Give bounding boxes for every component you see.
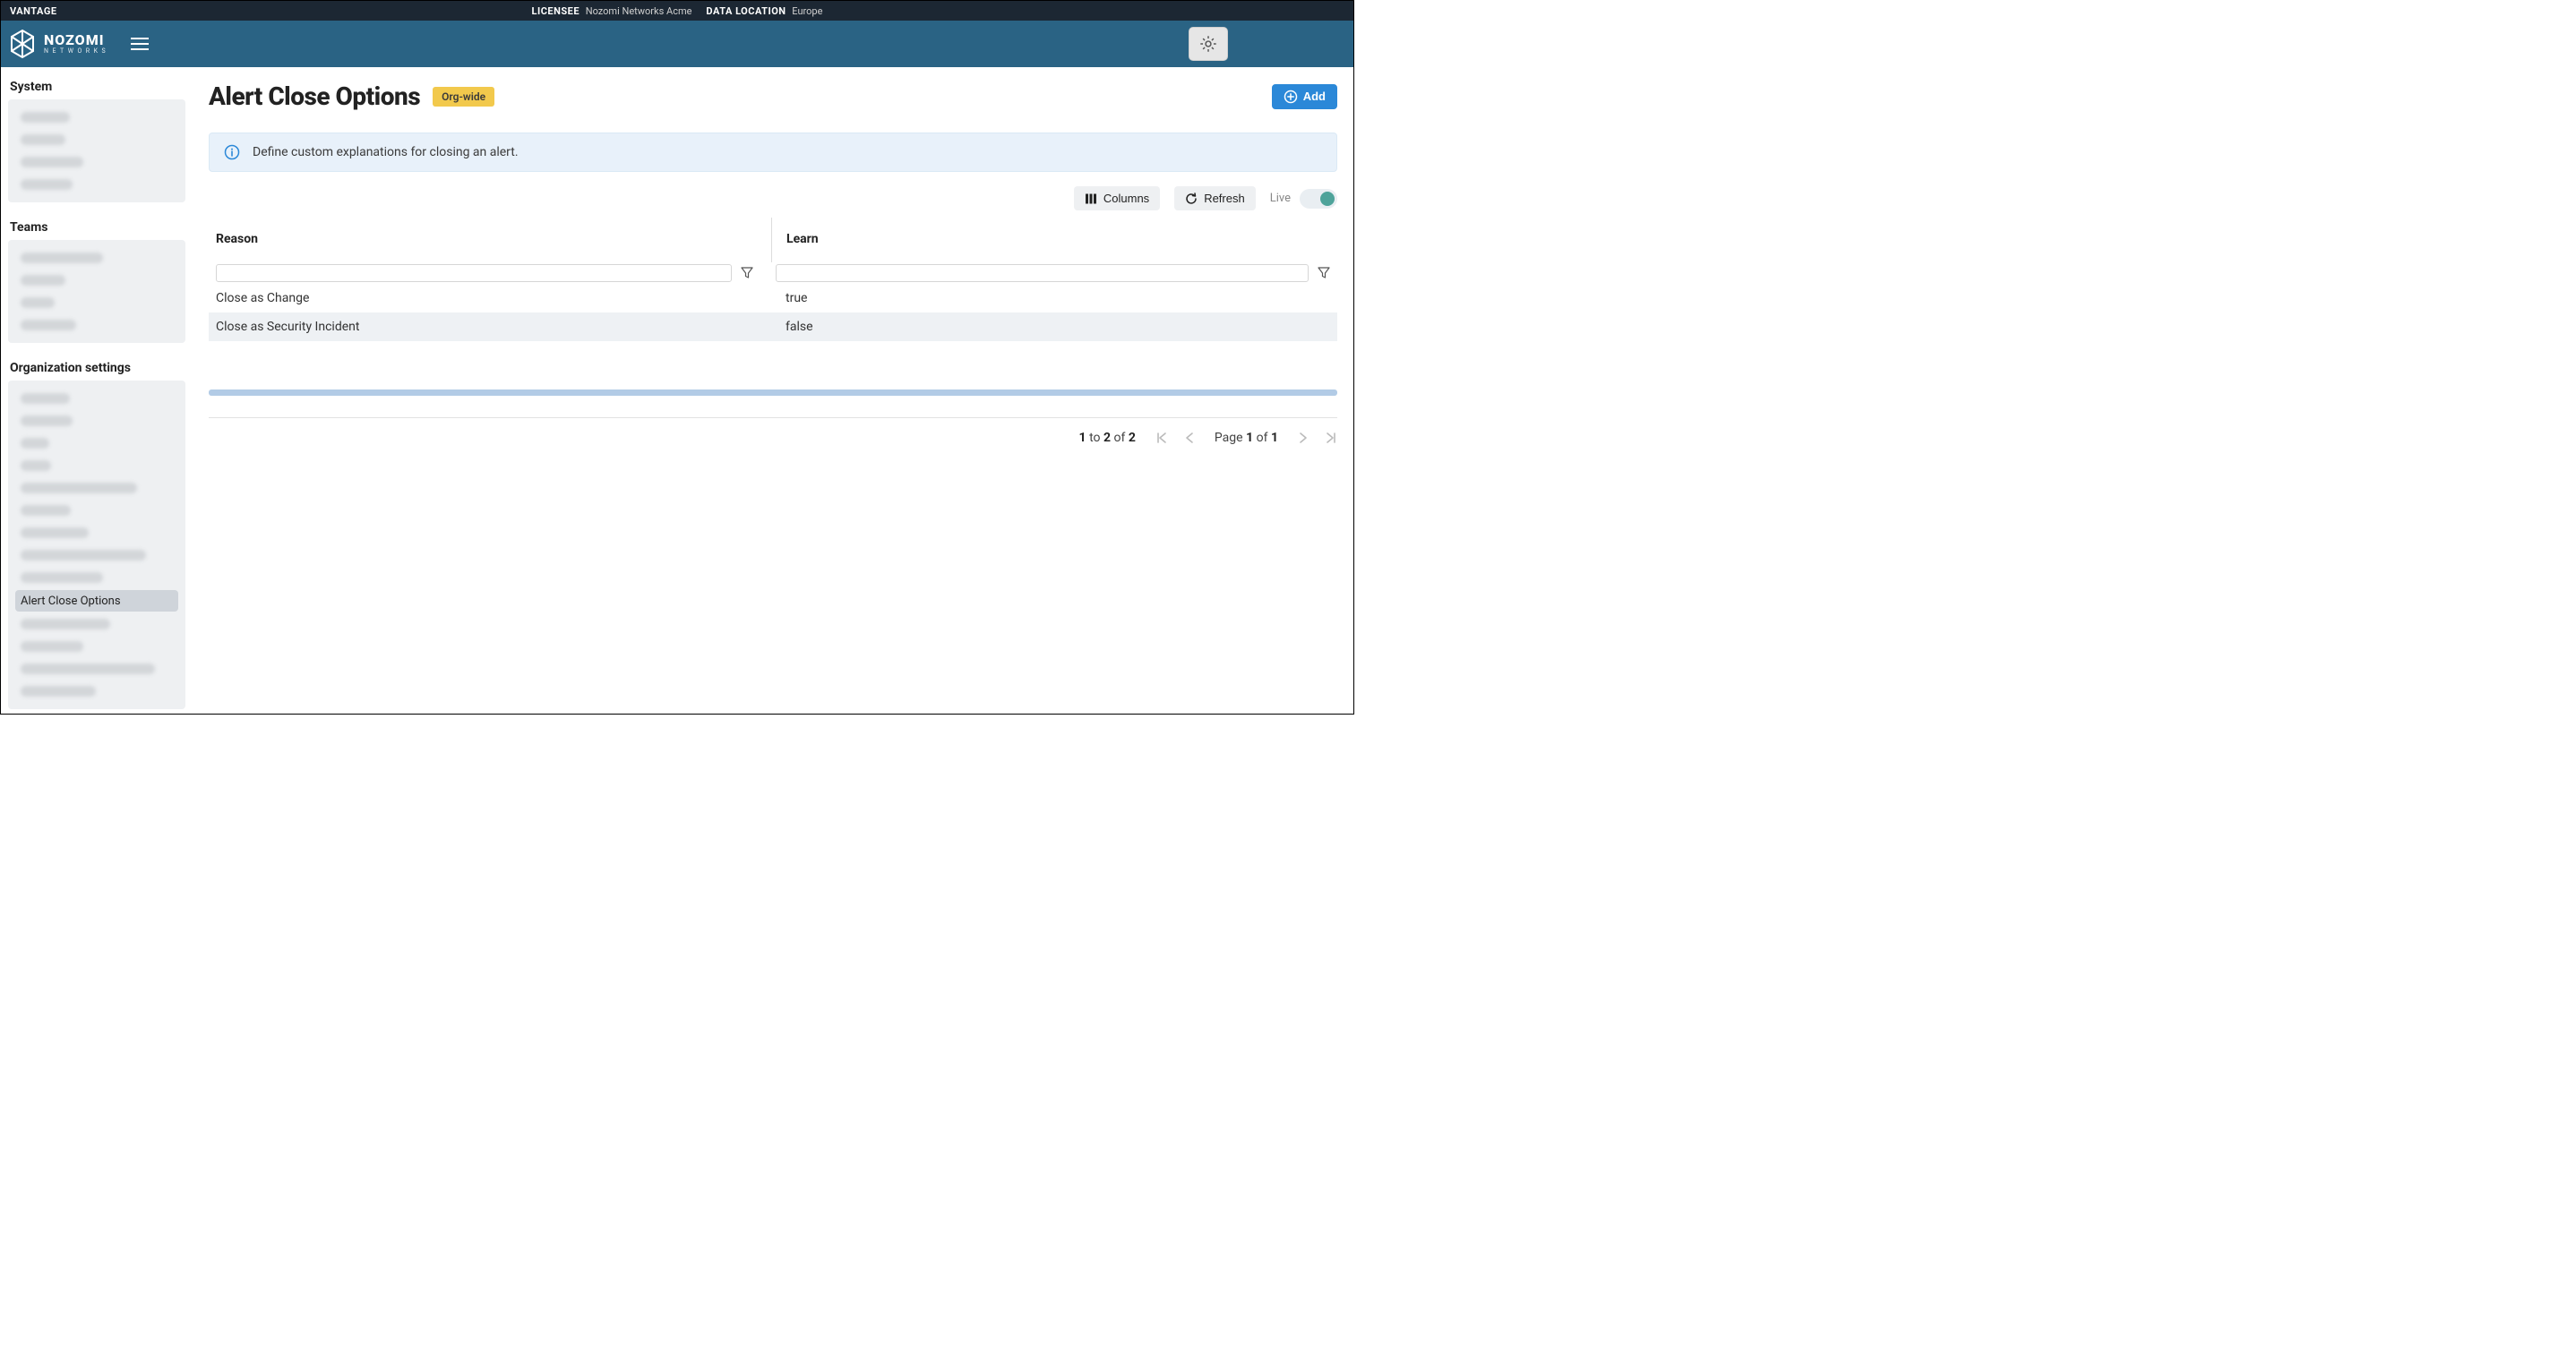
filter-icon[interactable] — [741, 267, 753, 279]
chevron-first-icon — [1155, 432, 1168, 444]
page-of-word: of — [1114, 431, 1126, 445]
page-total: 2 — [1129, 431, 1136, 445]
sidebar-item[interactable] — [15, 614, 178, 634]
sidebar-item[interactable] — [15, 175, 178, 194]
prev-page-button[interactable] — [1184, 432, 1195, 444]
sidebar-section-system: System — [8, 76, 185, 99]
next-page-button[interactable] — [1298, 432, 1309, 444]
sidebar: System Teams Organization settings Alert — [1, 67, 193, 714]
columns-icon — [1085, 193, 1097, 205]
logo-main: NOZOMI — [44, 33, 109, 47]
product-name: VANTAGE — [1, 1, 70, 21]
licensee-label: LICENSEE — [532, 5, 580, 17]
topbar: VANTAGE LICENSEE Nozomi Networks Acme DA… — [1, 1, 1353, 21]
sidebar-item[interactable] — [15, 270, 178, 290]
licensee-value: Nozomi Networks Acme — [586, 5, 692, 17]
divider — [209, 417, 1337, 418]
data-table: Reason Learn — [209, 216, 1337, 341]
chevron-last-icon — [1325, 432, 1337, 444]
data-location-value: Europe — [792, 5, 822, 17]
logo-icon — [10, 29, 35, 59]
filter-icon[interactable] — [1318, 267, 1330, 279]
sidebar-item[interactable] — [15, 523, 178, 543]
refresh-label: Refresh — [1204, 192, 1245, 205]
settings-button[interactable] — [1189, 27, 1228, 61]
add-button-label: Add — [1303, 90, 1326, 103]
sidebar-section-org-settings: Organization settings — [8, 357, 185, 381]
page-to: 2 — [1103, 431, 1111, 445]
columns-button[interactable]: Columns — [1074, 186, 1160, 210]
pagination: 1 to 2 of 2 Page 1 of 1 — [209, 431, 1337, 445]
column-header-reason[interactable]: Reason — [209, 216, 771, 262]
info-banner-text: Define custom explanations for closing a… — [253, 145, 519, 159]
sidebar-item[interactable] — [15, 637, 178, 656]
sidebar-item[interactable] — [15, 478, 178, 498]
sidebar-item[interactable] — [15, 152, 178, 172]
table-row[interactable]: Close as Security Incident false — [209, 312, 1337, 341]
sidebar-item[interactable] — [15, 389, 178, 408]
sidebar-item[interactable] — [15, 107, 178, 127]
filter-input-reason[interactable] — [216, 264, 732, 282]
chevron-right-icon — [1298, 432, 1309, 444]
info-icon — [224, 144, 240, 160]
chevron-left-icon — [1184, 432, 1195, 444]
page-title: Alert Close Options — [209, 81, 420, 111]
sidebar-item[interactable] — [15, 456, 178, 475]
logo-sub: NETWORKS — [44, 47, 109, 55]
sidebar-item[interactable] — [15, 545, 178, 565]
horizontal-scrollbar[interactable] — [209, 389, 1337, 396]
columns-label: Columns — [1103, 192, 1149, 205]
sidebar-item[interactable] — [15, 659, 178, 679]
sidebar-item[interactable] — [15, 248, 178, 268]
cell-reason: Close as Change — [209, 284, 771, 312]
sidebar-item[interactable] — [15, 130, 178, 150]
page-total-pages: 1 — [1271, 431, 1278, 445]
refresh-button[interactable]: Refresh — [1174, 186, 1256, 210]
sidebar-item[interactable] — [15, 433, 178, 453]
sidebar-item[interactable] — [15, 501, 178, 520]
cell-reason: Close as Security Incident — [209, 312, 771, 341]
table-row[interactable]: Close as Change true — [209, 284, 1337, 312]
content: Alert Close Options Org-wide Add Define … — [193, 67, 1353, 714]
page-from: 1 — [1079, 431, 1086, 445]
page-of-word2: of — [1257, 431, 1268, 445]
sidebar-item[interactable] — [15, 411, 178, 431]
page-to-word: to — [1089, 431, 1100, 445]
add-button[interactable]: Add — [1272, 84, 1337, 109]
first-page-button[interactable] — [1155, 432, 1168, 444]
sidebar-item[interactable] — [15, 681, 178, 701]
gear-icon — [1198, 34, 1218, 54]
cell-learn: false — [771, 312, 1337, 341]
data-location-label: DATA LOCATION — [706, 5, 786, 17]
scope-badge: Org-wide — [433, 87, 494, 107]
menu-toggle-button[interactable] — [131, 38, 149, 50]
plus-circle-icon — [1284, 90, 1298, 104]
sidebar-section-teams: Teams — [8, 217, 185, 240]
live-toggle[interactable] — [1300, 189, 1337, 209]
page-current: 1 — [1246, 431, 1253, 445]
sidebar-item[interactable] — [15, 293, 178, 312]
live-label: Live — [1270, 192, 1291, 205]
refresh-icon — [1185, 193, 1198, 205]
sidebar-item[interactable] — [15, 315, 178, 335]
logo[interactable]: NOZOMI NETWORKS — [10, 29, 109, 59]
sidebar-item-alert-close-options[interactable]: Alert Close Options — [15, 590, 178, 612]
filter-input-learn[interactable] — [776, 264, 1309, 282]
sidebar-item[interactable] — [15, 568, 178, 587]
page-label: Page — [1215, 431, 1243, 445]
header: NOZOMI NETWORKS — [1, 21, 1353, 67]
column-header-learn[interactable]: Learn — [772, 216, 1337, 262]
info-banner: Define custom explanations for closing a… — [209, 133, 1337, 172]
cell-learn: true — [771, 284, 1337, 312]
last-page-button[interactable] — [1325, 432, 1337, 444]
